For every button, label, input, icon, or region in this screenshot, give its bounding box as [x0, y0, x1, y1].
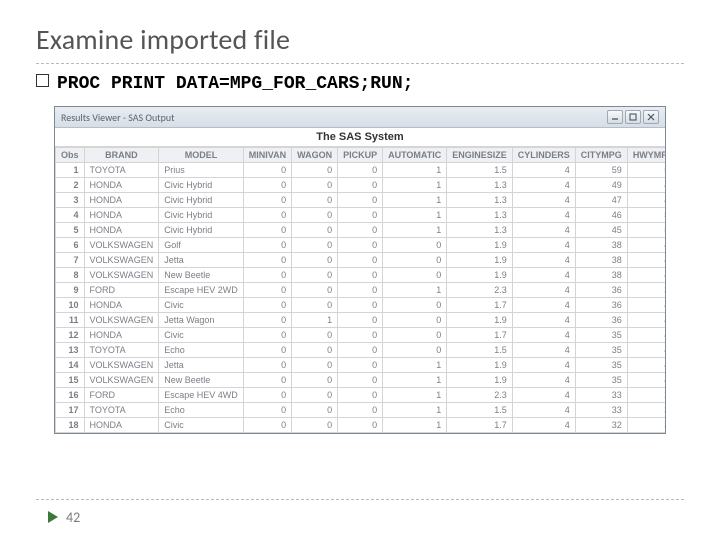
col-model: MODEL: [159, 148, 244, 163]
table-row: 13TOYOTAEcho00001.54354300: [56, 343, 666, 358]
page-number: 42: [48, 509, 80, 526]
col-enginesize: ENGINESIZE: [447, 148, 513, 163]
table-row: 14VOLKSWAGENJetta00011.94354200: [56, 358, 666, 373]
table-row: 5HONDACivic Hybrid00011.34455100: [56, 223, 666, 238]
window-titlebar: Results Viewer - SAS Output: [55, 107, 665, 128]
title-divider: [36, 63, 684, 64]
table-row: 3HONDACivic Hybrid00011.34474800: [56, 193, 666, 208]
col-minivan: MINIVAN: [243, 148, 291, 163]
col-automatic: AUTOMATIC: [383, 148, 447, 163]
table-row: 4HONDACivic Hybrid00011.34465100: [56, 208, 666, 223]
close-icon[interactable]: [643, 110, 659, 124]
page-marker-icon: [48, 511, 58, 523]
window-title: Results Viewer - SAS Output: [61, 111, 607, 124]
col-obs: Obs: [56, 148, 85, 163]
col-pickup: PICKUP: [338, 148, 383, 163]
col-cylinders: CYLINDERS: [512, 148, 575, 163]
minimize-icon[interactable]: [607, 110, 623, 124]
col-brand: BRAND: [84, 148, 159, 163]
table-row: 1TOYOTAPrius00011.54595100: [56, 163, 666, 178]
table-row: 8VOLKSWAGENNew Beetle00001.94384600: [56, 268, 666, 283]
slide-title: Examine imported file: [36, 22, 684, 57]
table-row: 15VOLKSWAGENNew Beetle00011.94354200: [56, 373, 666, 388]
table-row: 10HONDACivic00001.74364400: [56, 298, 666, 313]
code-text: PROC PRINT DATA=MPG_FOR_CARS;RUN;: [57, 74, 413, 94]
footer-divider: [36, 499, 684, 500]
table-row: 12HONDACivic00001.74354000: [56, 328, 666, 343]
sas-output-window: Results Viewer - SAS Output The SAS Syst…: [54, 106, 666, 434]
col-citympg: CITYMPG: [575, 148, 627, 163]
col-wagon: WAGON: [292, 148, 338, 163]
col-hwympg: HWYMPG: [627, 148, 665, 163]
table-row: 11VOLKSWAGENJetta Wagon01001.94364300: [56, 313, 666, 328]
table-row: 6VOLKSWAGENGolf00001.94384600: [56, 238, 666, 253]
sas-system-title: The SAS System: [55, 128, 665, 147]
table-row: 16FORDEscape HEV 4WD00012.34332911: [56, 388, 666, 403]
page-number-value: 42: [66, 509, 80, 526]
code-line: PROC PRINT DATA=MPG_FOR_CARS;RUN;: [36, 74, 684, 94]
output-table: ObsBRANDMODELMINIVANWAGONPICKUPAUTOMATIC…: [55, 147, 665, 433]
data-grid: ObsBRANDMODELMINIVANWAGONPICKUPAUTOMATIC…: [55, 147, 665, 433]
maximize-icon[interactable]: [625, 110, 641, 124]
bullet-icon: [36, 74, 49, 87]
table-row: 7VOLKSWAGENJetta00001.94384600: [56, 253, 666, 268]
table-row: 18HONDACivic00011.74323800: [56, 418, 666, 433]
table-row: 17TOYOTAEcho00011.54333900: [56, 403, 666, 418]
table-row: 2HONDACivic Hybrid00011.34494700: [56, 178, 666, 193]
table-row: 9FORDEscape HEV 2WD00012.34363110: [56, 283, 666, 298]
